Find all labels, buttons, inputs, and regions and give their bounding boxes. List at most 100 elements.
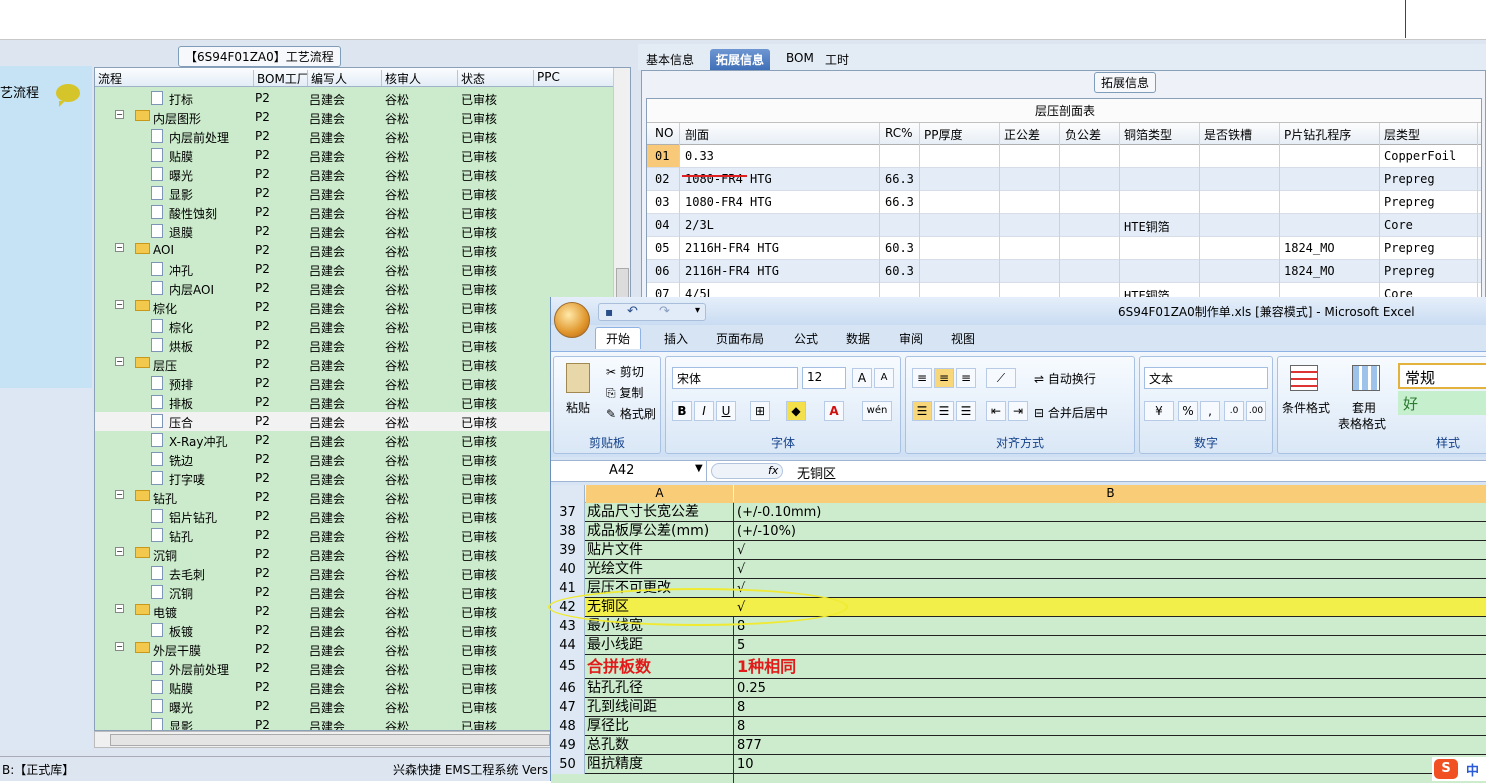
sheet-row[interactable]: 50 阻抗精度 10	[551, 755, 1486, 774]
orientation-icon[interactable]: ⟋	[986, 368, 1016, 388]
collapse-toggle-icon[interactable]: −	[115, 547, 124, 556]
tree-row[interactable]: 钻孔 P2 吕建会 谷松 已审核	[95, 526, 615, 545]
col-iron-slot[interactable]: 是否铁槽	[1204, 126, 1252, 143]
table-cell[interactable]: CopperFoil	[1384, 149, 1456, 163]
decrease-indent-icon[interactable]: ⇤	[986, 401, 1006, 421]
cell-b[interactable]: (+/-10%)	[737, 522, 796, 541]
tree-row[interactable]: X-Ray冲孔 P2 吕建会 谷松 已审核	[95, 431, 615, 450]
tab-formulas[interactable]: 公式	[794, 330, 818, 347]
tree-row[interactable]: 打标 P2 吕建会 谷松 已审核	[95, 89, 615, 108]
table-cell[interactable]: 2/3L	[685, 218, 714, 232]
tree-row[interactable]: − 内层图形 P2 吕建会 谷松 已审核	[95, 108, 615, 127]
row-number[interactable]: 48	[551, 717, 585, 736]
redo-icon[interactable]: ↷	[659, 304, 670, 319]
font-color-icon[interactable]: A	[824, 401, 844, 421]
sheet-row[interactable]: 45 合拼板数 1种相同	[551, 655, 1486, 679]
style-good[interactable]: 好	[1398, 391, 1486, 415]
table-cell[interactable]: 03	[655, 195, 669, 209]
tree-row[interactable]: 贴膜 P2 吕建会 谷松 已审核	[95, 146, 615, 165]
worksheet-grid[interactable]: 37 成品尺寸长宽公差 (+/-0.10mm) 38 成品板厚公差(mm) (+/-10%…	[551, 503, 1486, 783]
cell-a[interactable]: 阻抗精度	[587, 755, 643, 774]
table-cell[interactable]: 02	[655, 172, 669, 186]
font-name-select[interactable]: 宋体	[672, 367, 798, 389]
col-no[interactable]: NO	[655, 126, 673, 140]
tree-row[interactable]: 烘板 P2 吕建会 谷松 已审核	[95, 336, 615, 355]
tree-row[interactable]: 退膜 P2 吕建会 谷松 已审核	[95, 222, 615, 241]
row-number[interactable]: 43	[551, 617, 585, 636]
cell-a[interactable]: 成品尺寸长宽公差	[587, 503, 699, 522]
col-foil-type[interactable]: 铜箔类型	[1124, 126, 1172, 143]
table-cell[interactable]: Core	[1384, 218, 1413, 232]
row-number[interactable]: 37	[551, 503, 585, 522]
tree-row[interactable]: − 钻孔 P2 吕建会 谷松 已审核	[95, 488, 615, 507]
tree-row[interactable]: − 棕化 P2 吕建会 谷松 已审核	[95, 298, 615, 317]
collapse-toggle-icon[interactable]: −	[115, 490, 124, 499]
col-header-bom[interactable]: BOM工厂	[253, 70, 309, 86]
table-cell[interactable]: Prepreg	[1384, 195, 1435, 209]
tab-page-layout[interactable]: 页面布局	[716, 330, 764, 347]
tree-row[interactable]: 铣边 P2 吕建会 谷松 已审核	[95, 450, 615, 469]
merge-center-button[interactable]: ⊟ 合并后居中	[1034, 404, 1108, 421]
row-number[interactable]: 45	[551, 655, 585, 679]
percent-button[interactable]: %	[1178, 401, 1198, 421]
collapse-toggle-icon[interactable]: −	[115, 243, 124, 252]
scroll-thumb[interactable]	[110, 734, 550, 746]
sheet-row[interactable]: 47 孔到线间距 8	[551, 698, 1486, 717]
col-header-status[interactable]: 状态	[457, 70, 485, 86]
table-cell[interactable]: 66.3	[885, 195, 914, 209]
col-plus-tol[interactable]: 正公差	[1004, 126, 1040, 143]
sheet-row[interactable]: 48 厚径比 8	[551, 717, 1486, 736]
italic-button[interactable]: I	[694, 401, 714, 421]
cell-a[interactable]: 贴片文件	[587, 541, 643, 560]
formula-input[interactable]: 无铜区	[797, 463, 836, 482]
cut-button[interactable]: ✂ 剪切	[606, 363, 644, 380]
name-box[interactable]: A42 ▼	[551, 461, 707, 481]
table-row[interactable]: 06 2116H-FR4 HTG 60.3 1824_MO Prepreg	[647, 260, 1481, 283]
table-format-line2[interactable]: 表格格式	[1338, 415, 1386, 432]
table-row[interactable]: 01 0.33 CopperFoil	[647, 145, 1481, 168]
cell-b[interactable]: 8	[737, 717, 745, 736]
ime-language[interactable]: 中	[1466, 760, 1479, 779]
collapse-toggle-icon[interactable]: −	[115, 642, 124, 651]
align-right-icon[interactable]: ☰	[956, 401, 976, 421]
style-normal[interactable]: 常规	[1398, 363, 1486, 389]
cell-a[interactable]: 孔到线间距	[587, 698, 657, 717]
col-header-b[interactable]: B	[734, 485, 1486, 503]
sheet-row[interactable]: 46 钻孔孔径 0.25	[551, 679, 1486, 698]
cell-b[interactable]: √	[737, 560, 745, 579]
align-left-icon[interactable]: ☰	[912, 401, 932, 421]
tree-row[interactable]: 板镀 P2 吕建会 谷松 已审核	[95, 621, 615, 640]
insert-function-icon[interactable]: fx	[768, 464, 778, 477]
tree-row[interactable]: 压合 P2 吕建会 谷松 已审核	[95, 412, 615, 431]
cell-b[interactable]: 877	[737, 736, 762, 755]
col-rc[interactable]: RC%	[885, 126, 913, 140]
tree-row[interactable]: − 电镀 P2 吕建会 谷松 已审核	[95, 602, 615, 621]
conditional-format-icon[interactable]	[1290, 365, 1318, 391]
tree-row[interactable]: − 外层干膜 P2 吕建会 谷松 已审核	[95, 640, 615, 659]
sheet-row[interactable]: 38 成品板厚公差(mm) (+/-10%)	[551, 522, 1486, 541]
paste-icon[interactable]	[566, 363, 590, 393]
table-cell[interactable]: 2116H-FR4 HTG	[685, 241, 779, 255]
tree-row[interactable]: 曝光 P2 吕建会 谷松 已审核	[95, 697, 615, 716]
col-pp-thickness[interactable]: PP厚度	[924, 126, 962, 143]
cell-a[interactable]: 最小线距	[587, 636, 643, 655]
row-number[interactable]: 50	[551, 755, 585, 774]
grow-font-icon[interactable]: A	[852, 368, 872, 388]
comma-button[interactable]: ,	[1200, 401, 1220, 421]
number-format-select[interactable]: 文本	[1144, 367, 1268, 389]
table-row[interactable]: 03 1080-FR4 HTG 66.3 Prepreg	[647, 191, 1481, 214]
table-cell[interactable]: 0.33	[685, 149, 714, 163]
tab-home[interactable]: 开始	[595, 327, 642, 349]
tab-extended-info[interactable]: 拓展信息	[710, 49, 771, 70]
row-number[interactable]: 47	[551, 698, 585, 717]
formula-bar-handle[interactable]: fx	[711, 463, 783, 479]
tab-basic-info[interactable]: 基本信息	[640, 49, 700, 70]
tab-data[interactable]: 数据	[846, 330, 870, 347]
col-header-ppc[interactable]: PPC	[533, 70, 560, 86]
paste-button[interactable]: 粘贴	[566, 399, 590, 416]
ime-indicator[interactable]: S 中	[1432, 757, 1486, 781]
tree-row[interactable]: 外层前处理 P2 吕建会 谷松 已审核	[95, 659, 615, 678]
table-cell[interactable]: 1824_MO	[1284, 264, 1335, 278]
copy-button[interactable]: ⎘ 复制	[606, 384, 643, 401]
table-cell[interactable]: Prepreg	[1384, 172, 1435, 186]
